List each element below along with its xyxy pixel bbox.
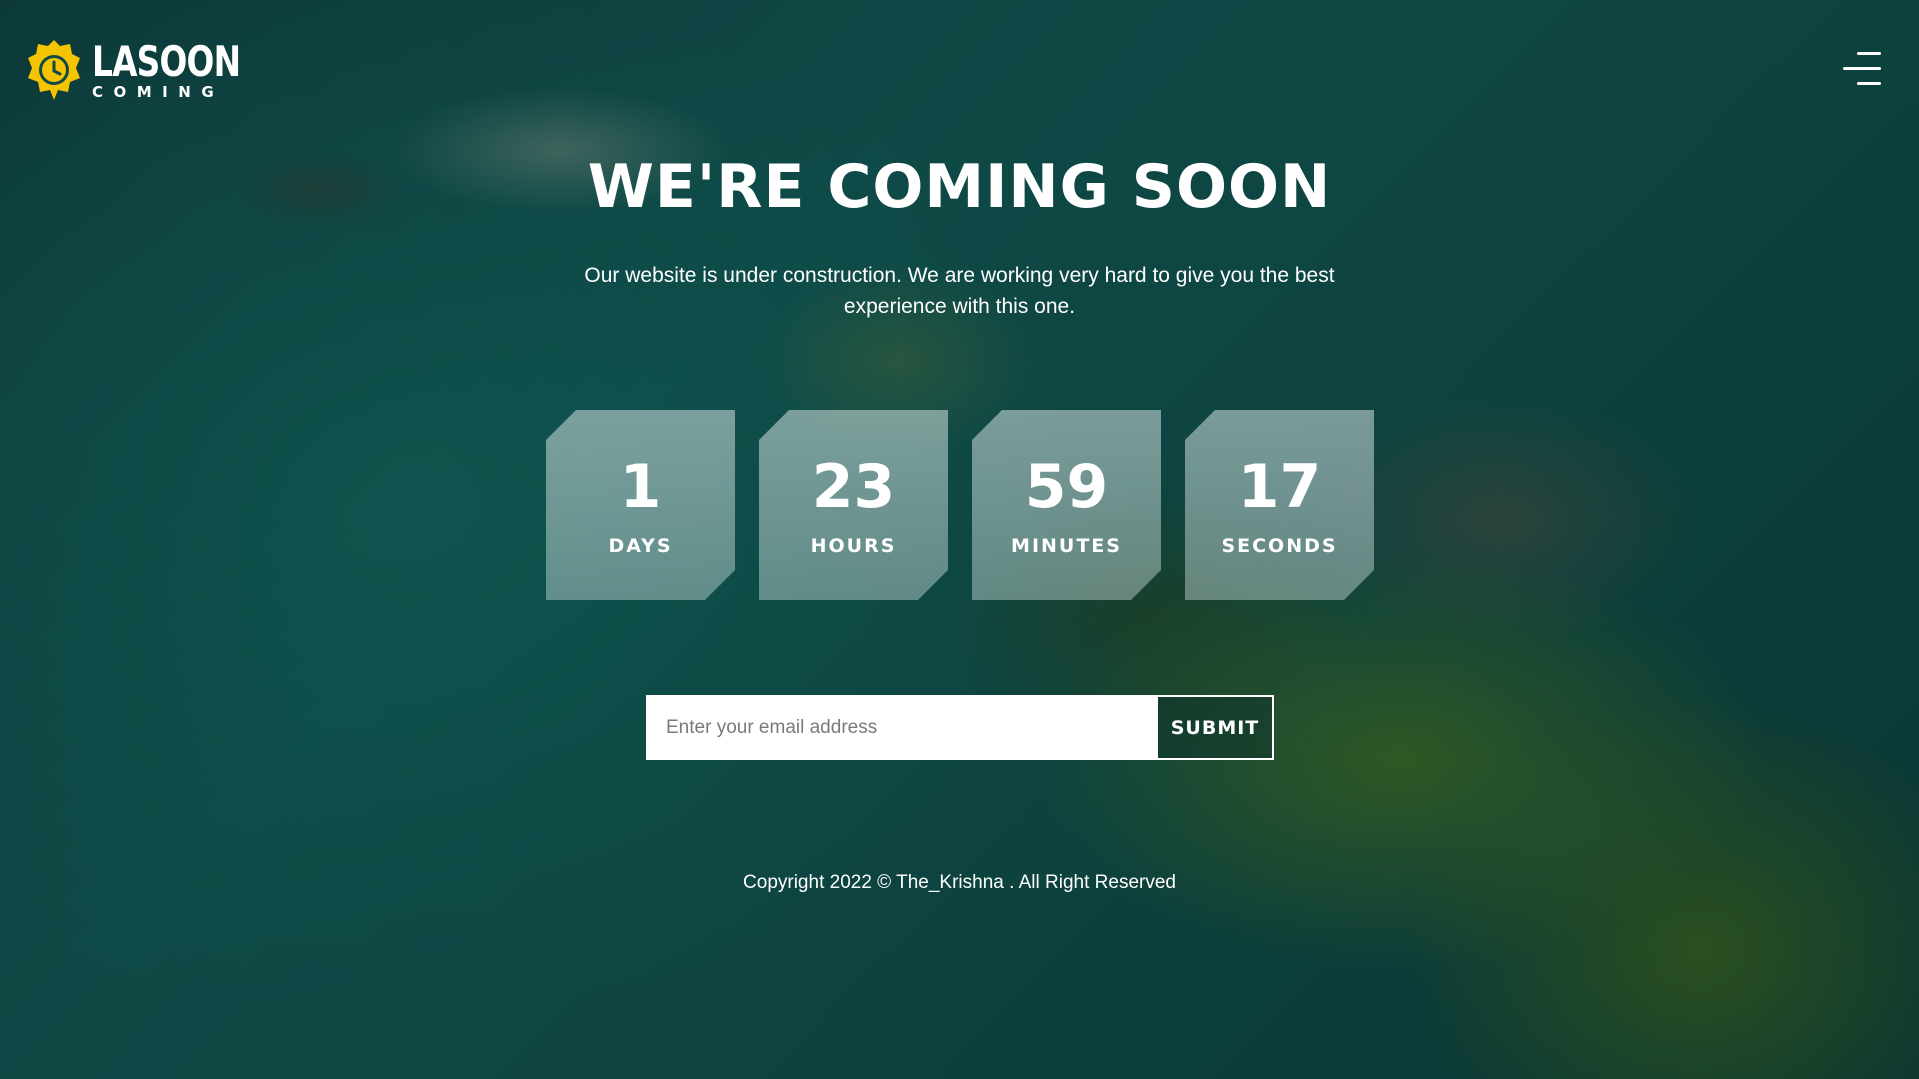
countdown-days-label: DAYS bbox=[608, 535, 673, 557]
countdown-minutes-value: 59 bbox=[1024, 452, 1109, 522]
countdown-seconds-label: SECONDS bbox=[1221, 535, 1338, 557]
countdown-hours: 23 HOURS bbox=[759, 410, 948, 600]
email-input[interactable] bbox=[646, 695, 1156, 760]
countdown-minutes-label: MINUTES bbox=[1011, 535, 1122, 557]
submit-button[interactable]: SUBMIT bbox=[1156, 695, 1274, 760]
subscribe-form: SUBMIT bbox=[646, 695, 1274, 760]
countdown-hours-label: HOURS bbox=[810, 535, 897, 557]
countdown-seconds-value: 17 bbox=[1237, 452, 1322, 522]
brand-name: LASOON bbox=[92, 36, 241, 86]
brand-logo[interactable]: LASOON COMING bbox=[24, 38, 282, 102]
countdown-days: 1 DAYS bbox=[546, 410, 735, 600]
brand-text: LASOON COMING bbox=[92, 36, 282, 101]
countdown-hours-value: 23 bbox=[811, 452, 896, 522]
countdown-minutes: 59 MINUTES bbox=[972, 410, 1161, 600]
brand-tagline: COMING bbox=[92, 82, 225, 101]
countdown-seconds: 17 SECONDS bbox=[1185, 410, 1374, 600]
menu-line bbox=[1857, 52, 1881, 55]
menu-line bbox=[1843, 67, 1881, 70]
menu-line bbox=[1857, 82, 1881, 85]
copyright-text: Copyright 2022 © The_Krishna . All Right… bbox=[743, 872, 1176, 893]
page-subtitle: Our website is under construction. We ar… bbox=[584, 264, 1335, 318]
page-title: WE'RE COMING SOON bbox=[587, 152, 1332, 222]
clock-shield-icon bbox=[28, 40, 80, 100]
hamburger-menu-icon[interactable] bbox=[1843, 52, 1881, 86]
countdown-timer: 1 DAYS 23 HOURS 59 MINUTES 17 SECONDS bbox=[546, 410, 1374, 600]
countdown-days-value: 1 bbox=[619, 452, 662, 522]
